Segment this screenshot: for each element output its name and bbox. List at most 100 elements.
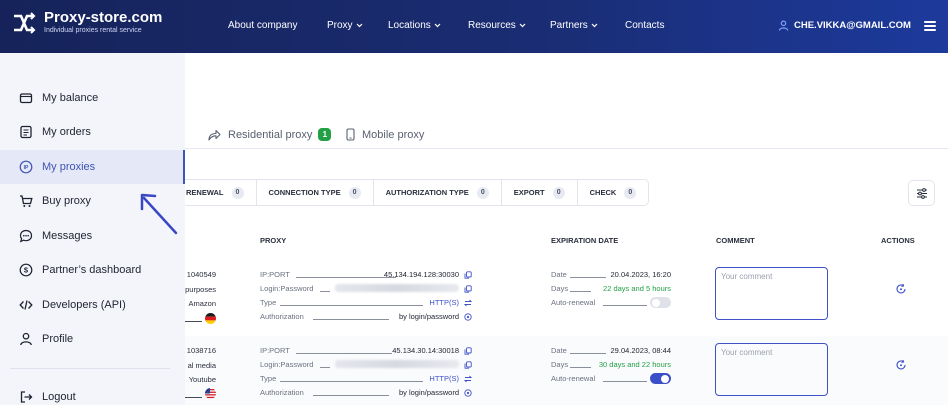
chevron-down-icon — [519, 23, 526, 28]
type-value[interactable]: HTTP(S) — [415, 374, 459, 383]
order-site: Youtube — [188, 375, 216, 384]
sidebar-item-label: My balance — [42, 92, 99, 104]
nav-label: Locations — [388, 20, 431, 31]
auth-value[interactable]: by login/password — [389, 388, 459, 397]
filter-check[interactable]: CHECK 0 — [578, 180, 649, 205]
nav-proxy[interactable]: Proxy — [327, 20, 363, 31]
filter-label: CONNECTION TYPE — [268, 188, 341, 197]
flag-us-icon — [205, 388, 216, 399]
sidebar-item-orders[interactable]: My orders — [0, 115, 185, 149]
swap-icon[interactable] — [464, 299, 472, 307]
top-header: Proxy-store.com Individual proxies renta… — [0, 0, 948, 53]
days-left: 30 days and 22 hours — [598, 360, 671, 369]
filter-connection-type[interactable]: CONNECTION TYPE 0 — [257, 180, 374, 205]
copy-icon[interactable] — [464, 361, 472, 369]
chat-icon — [19, 229, 33, 243]
dotted-leader — [570, 353, 606, 354]
sidebar-item-balance[interactable]: My balance — [0, 81, 185, 115]
wallet-icon — [19, 93, 33, 104]
tab-label: Residential proxy — [228, 128, 313, 141]
nav-contacts[interactable]: Contacts — [625, 20, 664, 31]
filter-count: 0 — [348, 186, 361, 199]
nav-resources[interactable]: Resources — [468, 20, 526, 31]
sidebar-item-developers[interactable]: Developers (API) — [0, 288, 185, 322]
order-id: 1038716 — [186, 346, 216, 355]
type-value[interactable]: HTTP(S) — [415, 298, 459, 307]
date-label: Date — [551, 270, 567, 279]
dotted-leader — [603, 381, 647, 382]
masked-credentials — [335, 284, 459, 292]
tab-residential[interactable]: Residential proxy 1 — [208, 128, 332, 141]
mobile-icon — [346, 128, 355, 141]
dotted-leader — [313, 319, 389, 320]
refresh-icon[interactable] — [895, 359, 907, 371]
ipport-label: IP:PORT — [260, 270, 290, 279]
column-header-proxy[interactable]: PROXY — [260, 236, 286, 245]
dotted-leader — [280, 381, 423, 382]
sidebar-item-partner[interactable]: $ Partner’s dashboard — [0, 253, 185, 287]
cart-icon — [20, 195, 33, 207]
copy-icon[interactable] — [464, 271, 472, 279]
dotted-leader — [603, 305, 647, 306]
auth-value[interactable]: by login/password — [389, 312, 459, 321]
column-settings-button[interactable] — [908, 180, 935, 206]
dotted-leader — [296, 353, 392, 354]
nav-partners[interactable]: Partners — [550, 20, 598, 31]
flag-de-icon — [205, 313, 216, 324]
sidebar-item-profile[interactable]: Profile — [0, 322, 185, 356]
column-header-expiration[interactable]: EXPIRATION DATE — [551, 236, 618, 245]
login-label: Login:Password — [260, 284, 314, 293]
menu-icon[interactable] — [924, 21, 936, 31]
auto-renewal-toggle[interactable] — [650, 373, 671, 384]
brand-title: Proxy-store.com — [44, 9, 163, 26]
sliders-icon — [916, 187, 927, 199]
divider-line — [185, 321, 202, 322]
comment-field[interactable]: Your comment — [715, 343, 828, 396]
dotted-leader — [320, 291, 330, 292]
nav-label: About company — [228, 20, 298, 31]
dotted-leader — [320, 367, 330, 368]
nav-about[interactable]: About company — [228, 20, 298, 31]
copy-icon[interactable] — [464, 285, 472, 293]
gear-icon[interactable] — [464, 313, 472, 321]
dollar-icon: $ — [19, 263, 33, 277]
table-row: 1040549 purposes Amazon IP:PORT 45.134.1… — [185, 260, 948, 334]
pointer-arrow-icon — [140, 193, 178, 235]
order-site: Amazon — [188, 299, 216, 308]
sidebar-item-proxies[interactable]: IP My proxies — [0, 150, 185, 184]
chevron-down-icon — [434, 23, 441, 28]
copy-icon[interactable] — [464, 347, 472, 355]
gear-icon[interactable] — [464, 389, 472, 397]
ipport-label: IP:PORT — [260, 346, 290, 355]
auto-renewal-toggle[interactable] — [650, 297, 671, 308]
renewal-label: Auto-renewal — [551, 374, 596, 383]
comment-field[interactable]: Your comment — [715, 267, 828, 320]
dotted-leader — [570, 277, 606, 278]
filter-renewal[interactable]: RENEWAL 0 — [185, 180, 257, 205]
svg-text:IP: IP — [24, 165, 29, 171]
filter-authorization-type[interactable]: AUTHORIZATION TYPE 0 — [374, 180, 502, 205]
brand-logo[interactable]: Proxy-store.com Individual proxies renta… — [12, 10, 162, 35]
divider-line — [185, 397, 202, 398]
ipport-value[interactable]: 45.134.30.14:30018 — [385, 346, 459, 355]
user-account[interactable]: CHE.VIKKA@GMAIL.COM — [778, 20, 911, 31]
order-purpose: al media — [187, 361, 216, 370]
ipport-value[interactable]: 45.134.194.128:30030 — [381, 270, 459, 279]
tab-mobile[interactable]: Mobile proxy — [346, 128, 424, 141]
logout-button[interactable]: Logout — [0, 380, 185, 405]
login-label: Login:Password — [260, 360, 314, 369]
nav-label: Partners — [550, 20, 588, 31]
nav-locations[interactable]: Locations — [388, 20, 441, 31]
sidebar-item-label: Developers (API) — [42, 299, 126, 311]
renewal-label: Auto-renewal — [551, 298, 596, 307]
filter-label: EXPORT — [513, 188, 545, 197]
date-label: Date — [551, 346, 567, 355]
nav-label: Proxy — [327, 20, 353, 31]
filter-label: RENEWAL — [186, 188, 224, 197]
proxy-type-tabs: Residential proxy 1 Mobile proxy — [185, 53, 948, 149]
filter-export[interactable]: EXPORT 0 — [502, 180, 578, 205]
auth-label: Authorization — [260, 312, 304, 321]
swap-icon[interactable] — [464, 375, 472, 383]
refresh-icon[interactable] — [895, 283, 907, 295]
sidebar-item-label: Buy proxy — [42, 195, 91, 207]
